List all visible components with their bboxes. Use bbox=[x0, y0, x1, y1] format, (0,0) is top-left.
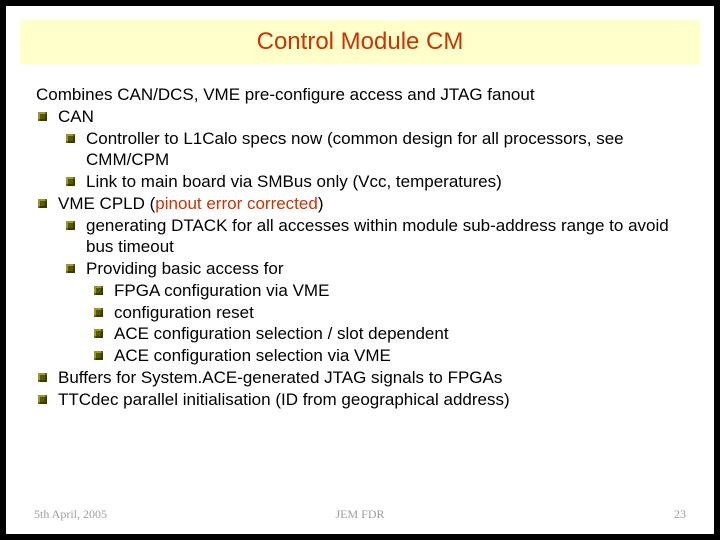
list-item: configuration reset bbox=[92, 302, 688, 324]
item-label: Buffers for System.ACE-generated JTAG si… bbox=[58, 368, 502, 387]
slide-footer: 5th April, 2005 JEM FDR 23 bbox=[26, 504, 694, 522]
item-label: configuration reset bbox=[114, 303, 254, 322]
item-label: ACE configuration selection / slot depen… bbox=[114, 324, 449, 343]
footer-date: 5th April, 2005 bbox=[34, 507, 107, 522]
list-item: generating DTACK for all accesses within… bbox=[64, 215, 688, 259]
item-label: ACE configuration selection via VME bbox=[114, 346, 391, 365]
pinout-highlight: pinout error corrected bbox=[155, 194, 318, 213]
list-item: FPGA configuration via VME bbox=[92, 280, 688, 302]
list-item: ACE configuration selection / slot depen… bbox=[92, 323, 688, 345]
list-item: TTCdec parallel initialisation (ID from … bbox=[36, 389, 688, 411]
item-label: CAN bbox=[58, 107, 94, 126]
slide-title: Control Module CM bbox=[257, 28, 464, 56]
item-label: Controller to L1Calo specs now (common d… bbox=[86, 129, 624, 170]
item-label-pre: VME CPLD ( bbox=[58, 194, 155, 213]
item-label: FPGA configuration via VME bbox=[114, 281, 329, 300]
list-item: Controller to L1Calo specs now (common d… bbox=[64, 128, 688, 172]
list-item: Buffers for System.ACE-generated JTAG si… bbox=[36, 367, 688, 389]
slide: Control Module CM Combines CAN/DCS, VME … bbox=[6, 6, 714, 534]
list-item: ACE configuration selection via VME bbox=[92, 345, 688, 367]
footer-label: JEM FDR bbox=[335, 507, 384, 522]
item-label-post: ) bbox=[318, 194, 324, 213]
intro-line: Combines CAN/DCS, VME pre-configure acce… bbox=[36, 84, 688, 106]
list-item: CAN Controller to L1Calo specs now (comm… bbox=[36, 106, 688, 193]
title-band: Control Module CM bbox=[20, 20, 700, 64]
item-label: Link to main board via SMBus only (Vcc, … bbox=[86, 172, 502, 191]
item-label: generating DTACK for all accesses within… bbox=[86, 216, 669, 257]
list-item: VME CPLD (pinout error corrected) genera… bbox=[36, 193, 688, 367]
slide-body: Combines CAN/DCS, VME pre-configure acce… bbox=[36, 84, 688, 410]
footer-page-number: 23 bbox=[674, 507, 686, 522]
item-label: Providing basic access for bbox=[86, 259, 283, 278]
list-item: Providing basic access for FPGA configur… bbox=[64, 258, 688, 367]
bullet-list: CAN Controller to L1Calo specs now (comm… bbox=[36, 106, 688, 411]
list-item: Link to main board via SMBus only (Vcc, … bbox=[64, 171, 688, 193]
item-label: TTCdec parallel initialisation (ID from … bbox=[58, 390, 510, 409]
